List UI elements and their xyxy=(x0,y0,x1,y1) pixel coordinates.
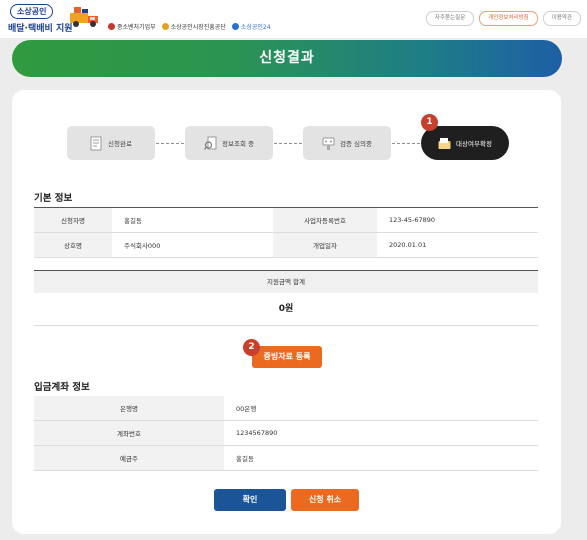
folder-icon xyxy=(438,137,451,149)
org-sbiz24: 소상공인24 xyxy=(231,22,271,31)
deposit-account-table: 은행명 00은행 계좌번호 1234567890 예금주 홍길동 xyxy=(34,396,538,471)
faq-link[interactable]: 자주묻는질문 xyxy=(425,11,475,26)
cancel-application-button[interactable]: 신청 취소 xyxy=(291,489,359,511)
org-label: 소상공인24 xyxy=(240,23,271,31)
truck-icon xyxy=(70,7,98,27)
step-label: 검증 심의중 xyxy=(340,140,372,148)
table-row: 신청자명 홍길동 사업자등록번호 123-45-67890 xyxy=(34,208,538,233)
account-holder-value: 홍길동 xyxy=(236,455,254,463)
register-evidence-button[interactable]: 증빙자료 등록 xyxy=(252,346,322,368)
support-total-value: 0원 xyxy=(34,293,538,326)
logo-pill: 소상공인 xyxy=(10,4,54,19)
table-row: 계좌번호 1234567890 xyxy=(34,421,538,446)
account-holder-label: 예금주 xyxy=(34,446,224,470)
deposit-account-title: 입금계좌 정보 xyxy=(34,382,90,393)
privacy-policy-link[interactable]: 개인정보처리방침 xyxy=(479,11,538,26)
step-label: 대상여부확정 xyxy=(456,140,492,148)
top-bar: 소상공인 배달·택배비 지원 중소벤처기업부 소상공인시장진흥공단 소상공인24… xyxy=(0,0,587,38)
table-row: 은행명 00은행 xyxy=(34,396,538,421)
account-number-label: 계좌번호 xyxy=(34,421,224,445)
org-mss: 중소벤처기업부 xyxy=(108,22,156,31)
org-semas: 소상공인시장진흥공단 xyxy=(161,22,226,31)
step-connector xyxy=(274,143,302,144)
search-doc-icon xyxy=(204,136,217,150)
progress-steps: 신청완료 정보조회 중 검증 심의중 대상여부확정 xyxy=(67,126,509,162)
business-number-value: 123-45-67890 xyxy=(389,216,436,224)
step-connector xyxy=(156,143,184,144)
org-label: 중소벤처기업부 xyxy=(117,23,156,31)
mss-emblem-icon xyxy=(108,22,115,30)
logo-subtitle: 배달·택배비 지원 xyxy=(8,24,73,34)
step-connector xyxy=(392,143,420,144)
sbiz24-emblem-icon xyxy=(231,22,239,30)
document-icon xyxy=(90,136,102,150)
table-row: 예금주 홍길동 xyxy=(34,446,538,471)
bank-name-value: 00은행 xyxy=(236,405,257,413)
review-icon xyxy=(322,137,335,150)
terms-link[interactable]: 이용약관 xyxy=(542,11,581,26)
step-label: 신청완료 xyxy=(108,140,132,148)
site-logo[interactable]: 소상공인 배달·택배비 지원 xyxy=(6,4,104,36)
support-total-box: 지원금액 합계 0원 xyxy=(34,270,538,326)
opening-date-value: 2020.01.01 xyxy=(389,241,427,249)
page-title-banner: 신청결과 xyxy=(12,40,562,77)
applicant-name-label: 신청자명 xyxy=(34,208,112,232)
step-review: 검증 심의중 xyxy=(303,126,391,160)
step-applied: 신청완료 xyxy=(67,126,155,160)
semas-emblem-icon xyxy=(161,22,169,30)
opening-date-label: 개업일자 xyxy=(273,233,377,257)
bank-name-label: 은행명 xyxy=(34,396,224,420)
result-card: 신청완료 정보조회 중 검증 심의중 대상여부확정 1 기본 정보 신청자명 홍… xyxy=(12,90,561,534)
partner-orgs: 중소벤처기업부 소상공인시장진흥공단 소상공인24 xyxy=(108,20,271,32)
applicant-name-value: 홍길동 xyxy=(124,217,142,225)
account-number-value: 1234567890 xyxy=(236,429,278,437)
confirm-button[interactable]: 확인 xyxy=(214,489,286,511)
annotation-badge-2: 2 xyxy=(243,339,260,356)
business-number-label: 사업자등록번호 xyxy=(273,208,377,232)
step-confirmed: 대상여부확정 xyxy=(421,126,509,160)
company-name-label: 상호명 xyxy=(34,233,112,257)
basic-info-title: 기본 정보 xyxy=(34,193,73,204)
company-name-value: 주식회사000 xyxy=(124,242,161,250)
step-label: 정보조회 중 xyxy=(222,140,254,148)
org-label: 소상공인시장진흥공단 xyxy=(170,23,226,31)
basic-info-table: 신청자명 홍길동 사업자등록번호 123-45-67890 상호명 주식회사00… xyxy=(34,207,538,258)
support-total-label: 지원금액 합계 xyxy=(34,271,538,293)
table-row: 상호명 주식회사000 개업일자 2020.01.01 xyxy=(34,233,538,258)
annotation-badge-1: 1 xyxy=(421,114,438,131)
top-links: 자주묻는질문 개인정보처리방침 이용약관 xyxy=(425,11,581,26)
step-inquiry: 정보조회 중 xyxy=(185,126,273,160)
